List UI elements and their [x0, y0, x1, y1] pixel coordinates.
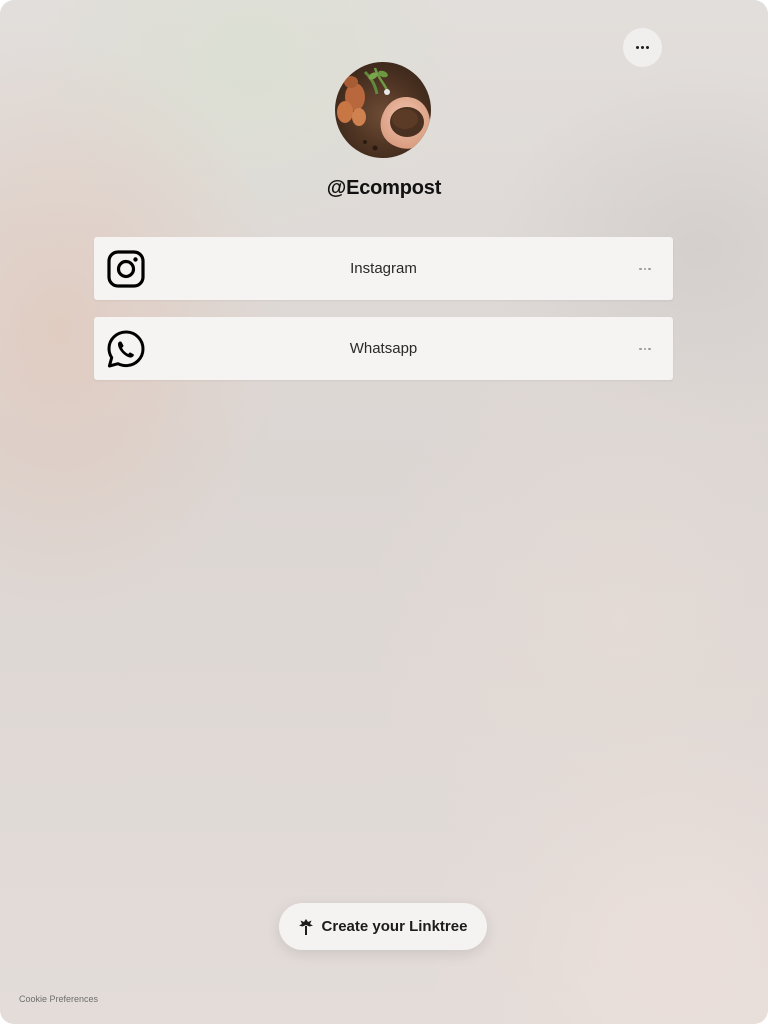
link-more-button[interactable] — [633, 339, 657, 359]
linktree-logo-icon — [298, 918, 313, 935]
create-linktree-label: Create your Linktree — [321, 918, 468, 935]
link-instagram[interactable]: Instagram — [94, 237, 673, 300]
compost-soil-photo — [335, 62, 431, 158]
link-more-button[interactable] — [633, 259, 657, 279]
link-label: Instagram — [350, 260, 417, 277]
instagram-icon — [107, 250, 145, 288]
create-linktree-button[interactable]: Create your Linktree — [279, 903, 487, 950]
linktree-page: @Ecompost Instagram Whatsapp Create your… — [0, 0, 768, 1024]
cookie-preferences-link[interactable]: Cookie Preferences — [19, 994, 98, 1004]
whatsapp-icon — [107, 330, 145, 368]
link-whatsapp[interactable]: Whatsapp — [94, 317, 673, 380]
more-horizontal-icon — [639, 267, 651, 271]
more-options-button[interactable] — [623, 28, 662, 67]
profile-username: @Ecompost — [326, 177, 442, 199]
more-horizontal-icon — [639, 347, 651, 351]
avatar — [335, 62, 431, 158]
more-horizontal-icon — [636, 46, 649, 49]
link-label: Whatsapp — [349, 340, 418, 357]
